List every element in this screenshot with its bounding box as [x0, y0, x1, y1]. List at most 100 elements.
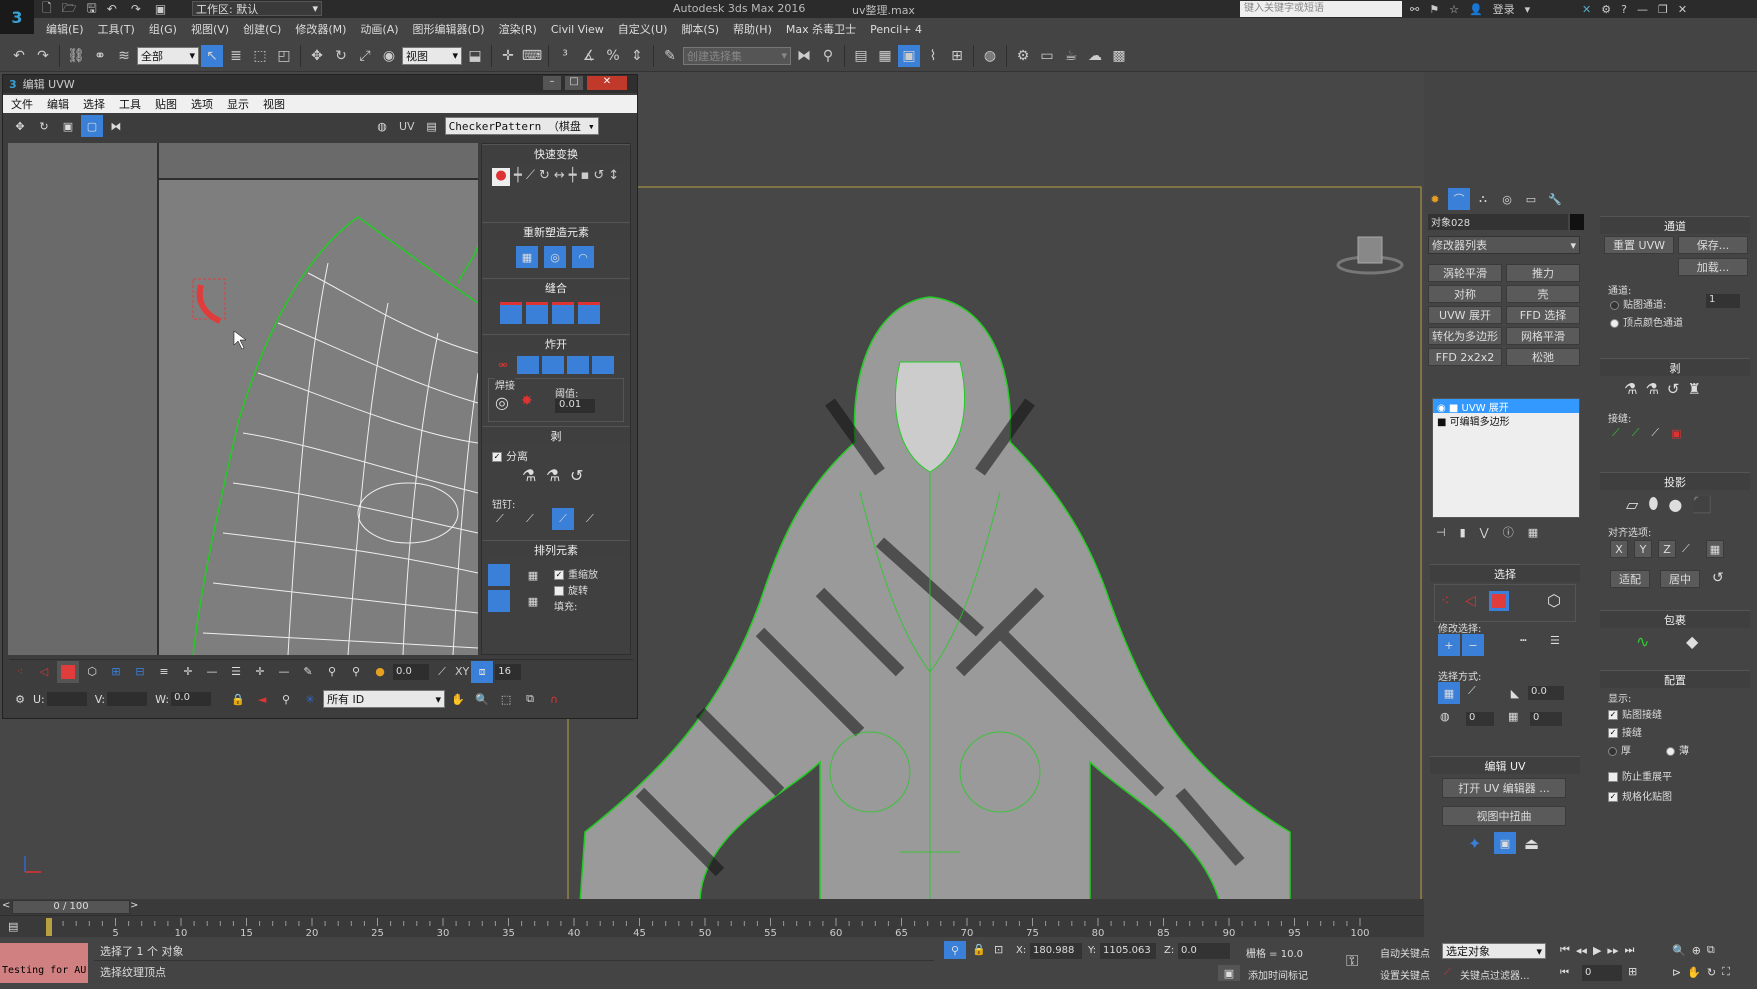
- menu-item[interactable]: 工具(T): [98, 21, 135, 37]
- spinner-snap-icon[interactable]: ⇕: [626, 45, 648, 67]
- cylindrical-map-icon[interactable]: ⬮: [1648, 494, 1658, 514]
- vertex-color-radio[interactable]: 顶点颜色通道: [1610, 314, 1683, 329]
- move-icon[interactable]: ✥: [306, 45, 328, 67]
- pan-nav-icon[interactable]: ✋: [1687, 966, 1701, 979]
- schematic-view-icon[interactable]: ⊞: [946, 45, 968, 67]
- render-frame-icon[interactable]: ▭: [1036, 45, 1058, 67]
- go-end-icon[interactable]: ⏭: [1624, 943, 1634, 957]
- ring-sel-icon[interactable]: ☰: [1550, 634, 1560, 647]
- undo-icon[interactable]: ↶: [8, 45, 30, 67]
- flatten-material-icon[interactable]: [592, 356, 614, 374]
- wrap-header[interactable]: 包裹: [1600, 610, 1750, 628]
- help-icon[interactable]: ?: [1621, 3, 1627, 16]
- x-coord-input[interactable]: 180.988: [1030, 943, 1082, 959]
- align-y-button[interactable]: Y: [1634, 540, 1652, 558]
- thick-radio[interactable]: 厚: [1608, 742, 1631, 757]
- selection-filter-dropdown[interactable]: 全部 ▾: [137, 46, 199, 65]
- display-tab-icon[interactable]: ▭: [1520, 188, 1542, 210]
- map-channel-radio[interactable]: 贴图通道:: [1610, 296, 1666, 311]
- pelt-map-icon[interactable]: ♜: [1687, 380, 1700, 398]
- redo-icon[interactable]: ↷: [131, 2, 141, 16]
- prev-frame-icon[interactable]: ◂◂: [1576, 944, 1587, 957]
- save-file-icon[interactable]: 🖫: [87, 0, 97, 20]
- user-icon[interactable]: 👤: [1469, 3, 1483, 16]
- uv-scale-icon[interactable]: ▣: [57, 115, 79, 137]
- hierarchy-tab-icon[interactable]: ⛬: [1472, 188, 1494, 210]
- pin-stack-icon[interactable]: ⊣: [1436, 526, 1446, 539]
- uvw-menu-item[interactable]: 工具: [119, 96, 141, 112]
- poly-input[interactable]: 0: [1530, 712, 1562, 726]
- community-icon[interactable]: ⚑: [1429, 3, 1439, 16]
- set-key-button[interactable]: 设置关键点: [1380, 967, 1430, 982]
- key-target-dropdown[interactable]: 选定对象 ▾: [1442, 943, 1546, 959]
- peel-rollout-header[interactable]: 剥: [1600, 358, 1750, 376]
- best-align-icon[interactable]: ⟋: [1682, 542, 1700, 556]
- pivot-icon[interactable]: ⬓: [464, 45, 486, 67]
- modifier-list-dropdown[interactable]: 修改器列表 ▾: [1428, 236, 1580, 254]
- map-seams-checkbox[interactable]: ✓ 贴图接缝: [1608, 706, 1662, 721]
- time-tag-icon[interactable]: ▣: [1218, 965, 1240, 981]
- filter-icon[interactable]: ✳: [299, 688, 321, 710]
- tweak-in-view-button[interactable]: 视图中扭曲: [1442, 806, 1566, 826]
- time-slider-thumb[interactable]: 0 / 100: [12, 900, 130, 914]
- search-input[interactable]: 键入关键字或短语: [1240, 1, 1402, 17]
- modifier-set-button[interactable]: UVW 展开: [1428, 306, 1502, 324]
- menu-item[interactable]: 组(G): [149, 21, 177, 37]
- config-header[interactable]: 配置: [1600, 670, 1750, 688]
- select-object-icon[interactable]: ↖: [201, 44, 223, 67]
- ring-icon[interactable]: ✛: [177, 661, 199, 683]
- minimize-icon[interactable]: —: [1637, 3, 1648, 16]
- current-frame-input[interactable]: 0: [1582, 965, 1622, 981]
- soft-select-icon[interactable]: ●: [369, 661, 391, 683]
- planar-map-icon[interactable]: ▱: [1626, 495, 1638, 514]
- rescale-checkbox[interactable]: ✓ 重缩放: [554, 566, 598, 581]
- grow-sel-icon[interactable]: +: [1438, 634, 1460, 656]
- relax-until-flat-icon[interactable]: ◠: [572, 246, 594, 268]
- paint-select-icon[interactable]: ✎: [297, 661, 319, 683]
- menu-item[interactable]: 图形编辑器(D): [413, 21, 485, 37]
- quick-peel2-icon[interactable]: ⏏: [1524, 834, 1539, 853]
- key-filters-button[interactable]: 关键点过滤器...: [1460, 967, 1530, 982]
- restore-icon[interactable]: ❐: [1658, 3, 1668, 16]
- angle-snap-icon[interactable]: ∡: [578, 45, 600, 67]
- binoculars-icon[interactable]: ⚯: [1410, 3, 1419, 16]
- threshold-input[interactable]: 0.01: [555, 399, 595, 413]
- pack-normalize-icon[interactable]: [488, 564, 510, 586]
- uvw-maximize-button[interactable]: □: [565, 76, 583, 90]
- texture-dropdown[interactable]: CheckerPattern （棋盘 ▾: [444, 117, 599, 135]
- id-filter-dropdown[interactable]: 所有 ID ▾: [323, 690, 446, 708]
- paint-shrink-icon[interactable]: ⚲: [345, 661, 367, 683]
- unpin-icon[interactable]: ⟋: [526, 512, 534, 526]
- menu-item[interactable]: Max 杀毒卫士: [786, 21, 856, 37]
- stitch-source-icon[interactable]: [500, 302, 522, 324]
- sub-edge-icon[interactable]: ◁: [1465, 593, 1476, 609]
- hide-icon[interactable]: ◄: [251, 688, 273, 710]
- edit-uv-header[interactable]: 编辑 UV: [1430, 756, 1580, 774]
- modifier-set-button[interactable]: 对称: [1428, 285, 1502, 303]
- menu-item[interactable]: 视图(V): [191, 21, 229, 37]
- play-icon[interactable]: ▶: [1593, 944, 1601, 957]
- open-file-icon[interactable]: 🗁: [62, 0, 77, 20]
- save-uvw-button[interactable]: 保存...: [1678, 236, 1748, 254]
- menu-item[interactable]: 编辑(E): [46, 21, 84, 37]
- a360-icon[interactable]: ▩: [1108, 45, 1130, 67]
- modifier-set-button[interactable]: 转化为多边形: [1428, 327, 1502, 345]
- render-icon[interactable]: ☕: [1060, 45, 1082, 67]
- abs-mode-icon[interactable]: ⊡: [994, 943, 1003, 956]
- arrange-header[interactable]: 排列元素: [482, 540, 630, 558]
- workspace-dropdown[interactable]: 工作区: 默认 ▾: [192, 1, 322, 16]
- weld-target-icon[interactable]: ◎: [495, 393, 509, 412]
- select-pinned-icon[interactable]: ⟋: [586, 512, 594, 526]
- quick-peel-btn-icon[interactable]: ⚗: [1624, 380, 1637, 398]
- close-icon[interactable]: ✕: [1678, 3, 1687, 16]
- current-frame-marker[interactable]: [46, 918, 52, 936]
- reset-uvw-button[interactable]: 重置 UVW: [1604, 236, 1674, 254]
- freeze-icon[interactable]: ⚲: [275, 688, 297, 710]
- z-coord-input[interactable]: 0.0: [1178, 943, 1230, 959]
- align-z-button[interactable]: Z: [1658, 540, 1676, 558]
- falloff-icon[interactable]: ⟋: [431, 661, 453, 683]
- modifier-set-button[interactable]: 网格平滑: [1506, 327, 1580, 345]
- utilities-tab-icon[interactable]: 🔧: [1544, 188, 1566, 210]
- unfold-map-icon[interactable]: ◆: [1686, 632, 1698, 651]
- peel-seams-checkbox[interactable]: ✓ 接缝: [1608, 724, 1642, 739]
